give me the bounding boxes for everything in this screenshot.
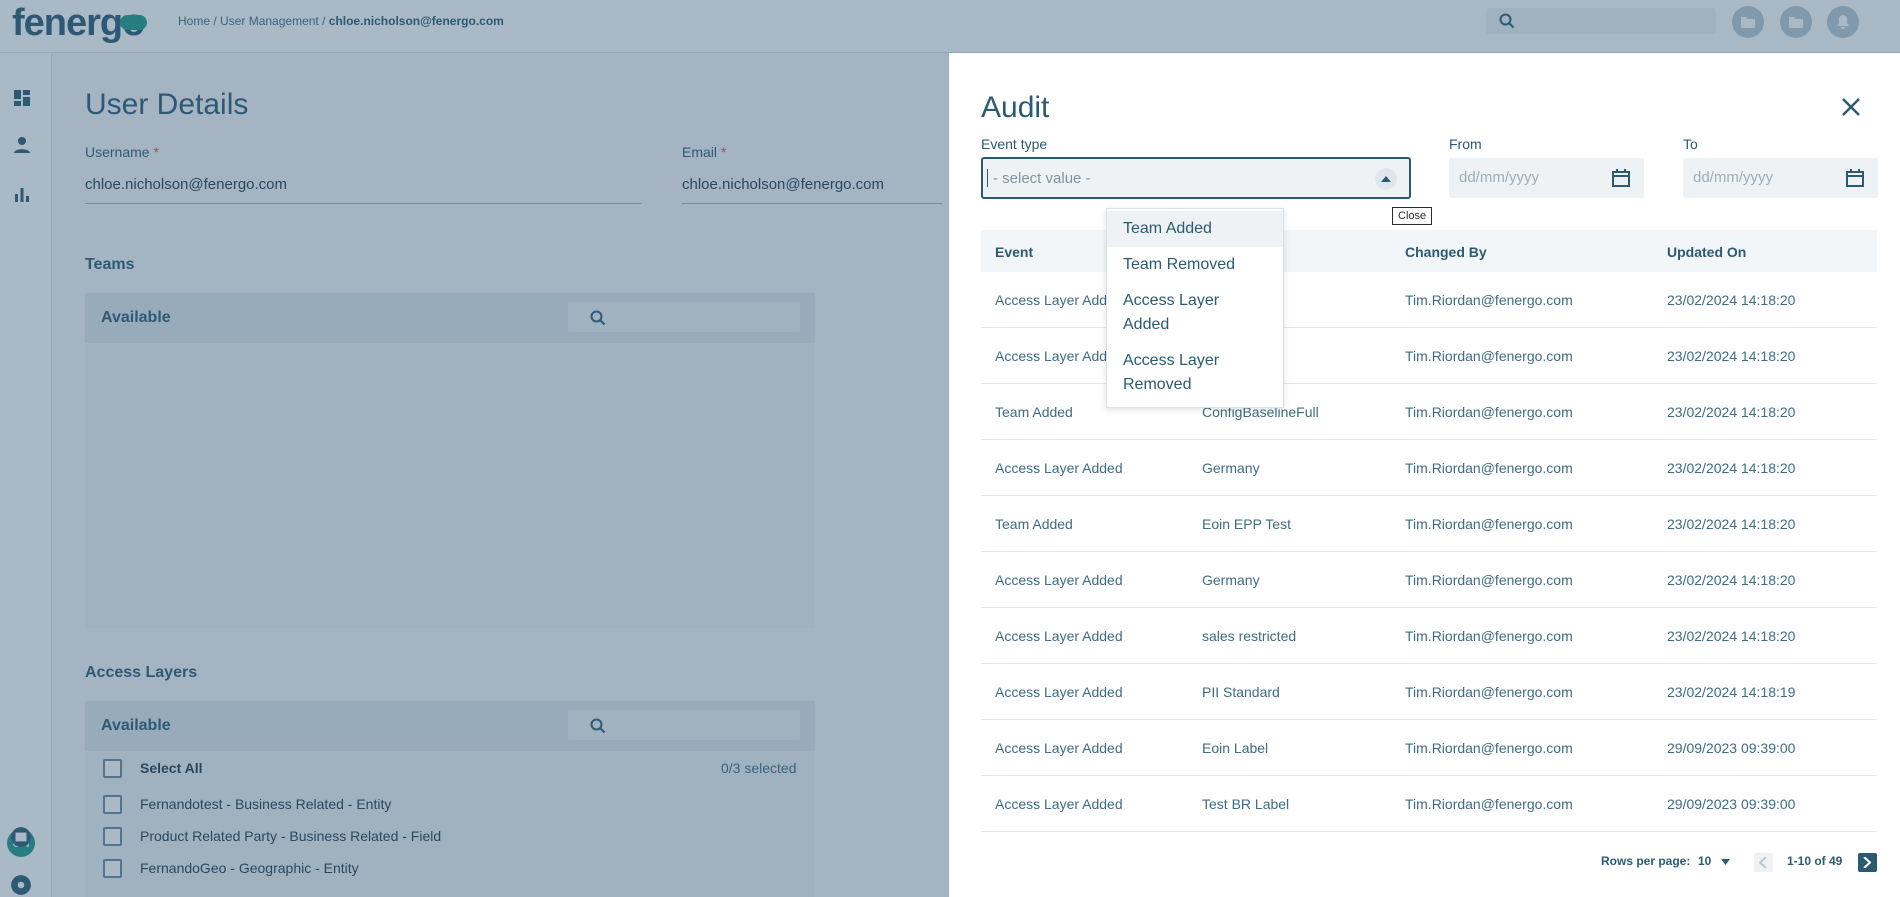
previous-page-button[interactable] bbox=[1754, 853, 1773, 872]
to-date-placeholder: dd/mm/yyyy bbox=[1693, 169, 1774, 186]
page-range: 1-10 of 49 bbox=[1787, 854, 1843, 868]
table-row: Access Layer Added Eoin Label Tim.Riordan@… bbox=[981, 720, 1877, 776]
text-cursor bbox=[987, 169, 988, 187]
updated-on-cell: 23/02/2024 14:18:20 bbox=[1667, 404, 1796, 420]
column-changed-by[interactable]: Changed By bbox=[1405, 244, 1487, 260]
event-cell: Access Layer Added bbox=[995, 740, 1123, 756]
table-row: Access Layer Added PII Standard Tim.Riorda… bbox=[981, 664, 1877, 720]
updated-on-cell: 23/02/2024 14:18:20 bbox=[1667, 348, 1796, 364]
updated-on-cell: 23/02/2024 14:18:19 bbox=[1667, 684, 1796, 700]
chevron-down-icon bbox=[1720, 859, 1730, 865]
name-cell: Germany bbox=[1202, 572, 1260, 588]
changed-by-cell: Tim.Riordan@fenergo.com bbox=[1405, 740, 1573, 756]
audit-title: Audit bbox=[981, 91, 1050, 124]
updated-on-cell: 23/02/2024 14:18:20 bbox=[1667, 516, 1796, 532]
event-cell: Access Layer Added bbox=[995, 572, 1123, 588]
name-cell: Eoin EPP Test bbox=[1202, 516, 1291, 532]
name-cell: Test BR Label bbox=[1202, 796, 1290, 812]
name-cell: Germany bbox=[1202, 460, 1260, 476]
event-cell: Access Layer Added bbox=[995, 460, 1123, 476]
event-cell: Access Layer Added bbox=[995, 292, 1123, 308]
column-updated-on[interactable]: Updated On bbox=[1667, 244, 1746, 260]
chevron-left-icon bbox=[1759, 857, 1767, 868]
table-row: Team Added Eoin EPP Test Tim.Riordan@fener… bbox=[981, 496, 1877, 552]
event-cell: Team Added bbox=[995, 404, 1073, 420]
event-cell: Access Layer Added bbox=[995, 628, 1123, 644]
event-cell: Team Added bbox=[995, 516, 1073, 532]
event-type-placeholder: - select value - bbox=[993, 170, 1091, 187]
rows-per-page-label: Rows per page: bbox=[1601, 854, 1691, 868]
changed-by-cell: Tim.Riordan@fenergo.com bbox=[1405, 516, 1573, 532]
from-date-input[interactable]: dd/mm/yyyy bbox=[1449, 158, 1644, 198]
updated-on-cell: 23/02/2024 14:18:20 bbox=[1667, 460, 1796, 476]
changed-by-cell: Tim.Riordan@fenergo.com bbox=[1405, 572, 1573, 588]
updated-on-cell: 23/02/2024 14:18:20 bbox=[1667, 572, 1796, 588]
changed-by-cell: Tim.Riordan@fenergo.com bbox=[1405, 684, 1573, 700]
close-icon[interactable] bbox=[1839, 95, 1863, 119]
dropdown-option-team-removed[interactable]: Team Removed bbox=[1107, 247, 1283, 283]
updated-on-cell: 29/09/2023 09:39:00 bbox=[1667, 740, 1796, 756]
audit-drawer: Audit Event type - select value - From d… bbox=[949, 53, 1900, 897]
from-date-placeholder: dd/mm/yyyy bbox=[1459, 169, 1540, 186]
table-row: Access Layer Added sales restricted Tim.Ri… bbox=[981, 608, 1877, 664]
table-row: Access Layer Added Germany Tim.Riordan@fen… bbox=[981, 440, 1877, 496]
changed-by-cell: Tim.Riordan@fenergo.com bbox=[1405, 404, 1573, 420]
event-cell: Access Layer Added bbox=[995, 684, 1123, 700]
close-tooltip: Close bbox=[1392, 207, 1433, 225]
name-cell: PII Standard bbox=[1202, 684, 1280, 700]
chevron-right-icon bbox=[1863, 857, 1871, 868]
table-row: Access Layer Added Germany Tim.Riordan@fen… bbox=[981, 552, 1877, 608]
to-label: To bbox=[1683, 136, 1698, 152]
calendar-icon[interactable] bbox=[1611, 168, 1631, 188]
name-cell: Eoin Label bbox=[1202, 740, 1269, 756]
dropdown-option-team-added[interactable]: Team Added bbox=[1107, 211, 1283, 247]
event-type-label: Event type bbox=[981, 136, 1048, 152]
event-type-dropdown: Team Added Team Removed Access Layer Add… bbox=[1106, 208, 1284, 408]
name-cell: sales restricted bbox=[1202, 628, 1297, 644]
event-cell: Access Layer Added bbox=[995, 796, 1123, 812]
column-event[interactable]: Event bbox=[995, 244, 1033, 260]
to-date-input[interactable]: dd/mm/yyyy bbox=[1683, 158, 1878, 198]
calendar-icon[interactable] bbox=[1845, 168, 1865, 188]
changed-by-cell: Tim.Riordan@fenergo.com bbox=[1405, 460, 1573, 476]
dropdown-option-access-layer-removed[interactable]: Access Layer Removed bbox=[1107, 345, 1283, 405]
updated-on-cell: 23/02/2024 14:18:20 bbox=[1667, 628, 1796, 644]
changed-by-cell: Tim.Riordan@fenergo.com bbox=[1405, 628, 1573, 644]
next-page-button[interactable] bbox=[1858, 853, 1877, 872]
changed-by-cell: Tim.Riordan@fenergo.com bbox=[1405, 796, 1573, 812]
event-type-select[interactable]: - select value - bbox=[981, 157, 1411, 199]
changed-by-cell: Tim.Riordan@fenergo.com bbox=[1405, 348, 1573, 364]
table-row: Access Layer Added Test BR Label Tim.Riord… bbox=[981, 776, 1877, 832]
updated-on-cell: 23/02/2024 14:18:20 bbox=[1667, 292, 1796, 308]
dropdown-option-access-layer-added[interactable]: Access Layer Added bbox=[1107, 285, 1283, 343]
rows-per-page-select[interactable]: 10 bbox=[1698, 854, 1730, 868]
updated-on-cell: 29/09/2023 09:39:00 bbox=[1667, 796, 1796, 812]
chevron-up-icon[interactable] bbox=[1375, 168, 1397, 190]
changed-by-cell: Tim.Riordan@fenergo.com bbox=[1405, 292, 1573, 308]
from-label: From bbox=[1449, 136, 1482, 152]
event-cell: Access Layer Added bbox=[995, 348, 1123, 364]
